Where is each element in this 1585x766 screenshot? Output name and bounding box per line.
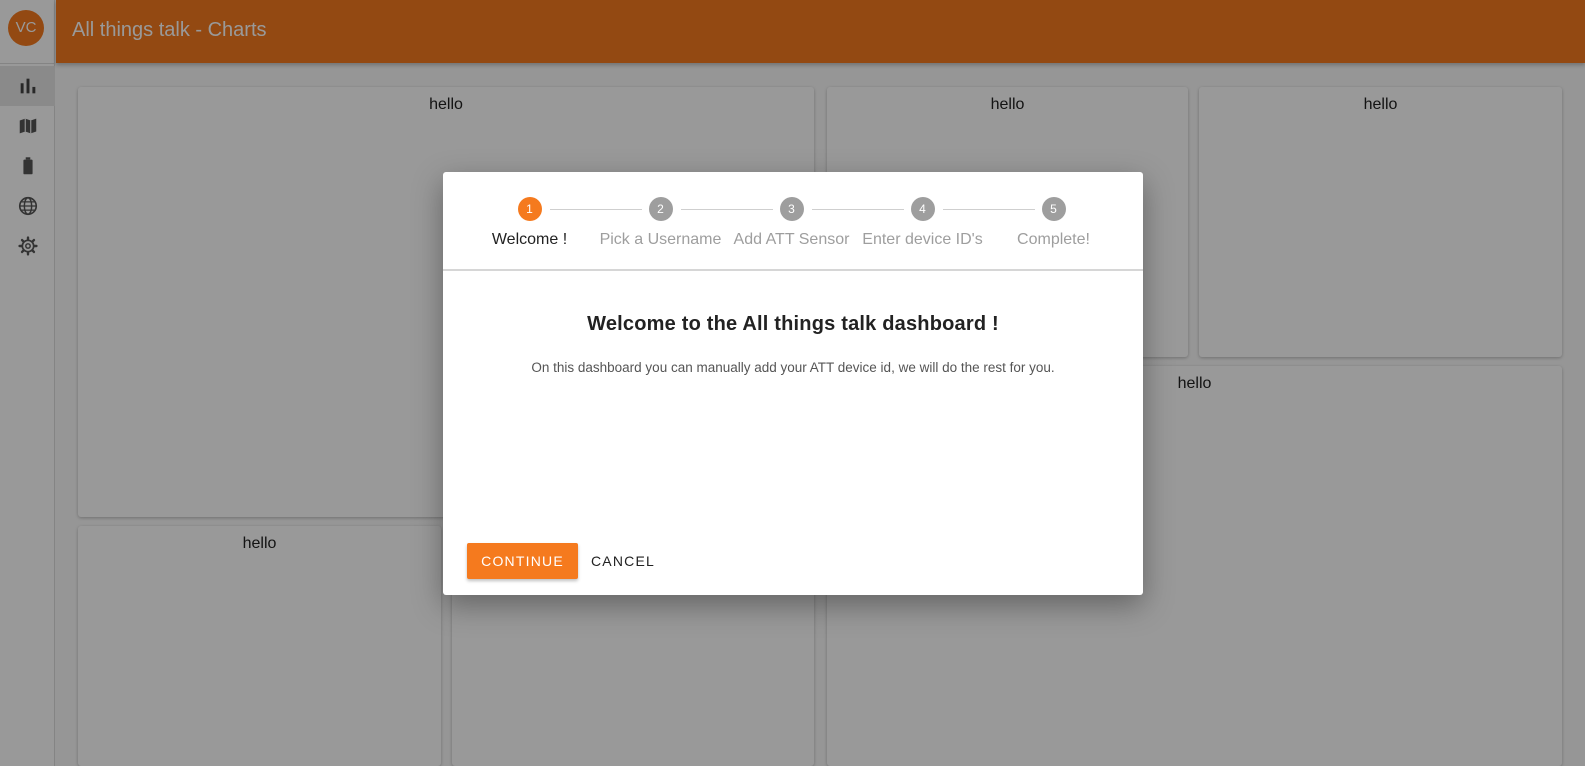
- step-pick-username[interactable]: 2 Pick a Username: [595, 197, 726, 257]
- step-number: 5: [1041, 197, 1066, 221]
- step-number: 3: [779, 197, 804, 221]
- onboarding-dialog: 1 Welcome ! 2 Pick a Username 3 Add ATT …: [443, 172, 1143, 595]
- step-number: 4: [910, 197, 935, 221]
- step-number: 1: [517, 197, 542, 221]
- cancel-button[interactable]: CANCEL: [587, 543, 659, 579]
- stepper: 1 Welcome ! 2 Pick a Username 3 Add ATT …: [443, 172, 1143, 271]
- step-enter-device-ids[interactable]: 4 Enter device ID's: [857, 197, 988, 257]
- step-number: 2: [648, 197, 673, 221]
- step-label: Welcome !: [491, 231, 568, 248]
- step-add-sensor[interactable]: 3 Add ATT Sensor: [726, 197, 857, 257]
- dialog-body: Welcome to the All things talk dashboard…: [443, 271, 1143, 375]
- step-complete[interactable]: 5 Complete!: [988, 197, 1119, 257]
- dialog-heading: Welcome to the All things talk dashboard…: [587, 313, 999, 335]
- step-label: Pick a Username: [599, 231, 722, 248]
- step-label: Complete!: [1017, 231, 1090, 248]
- step-label: Enter device ID's: [862, 231, 983, 248]
- step-label: Add ATT Sensor: [733, 231, 850, 248]
- step-welcome[interactable]: 1 Welcome !: [464, 197, 595, 257]
- dialog-description: On this dashboard you can manually add y…: [531, 360, 1055, 375]
- continue-button[interactable]: CONTINUE: [467, 543, 578, 579]
